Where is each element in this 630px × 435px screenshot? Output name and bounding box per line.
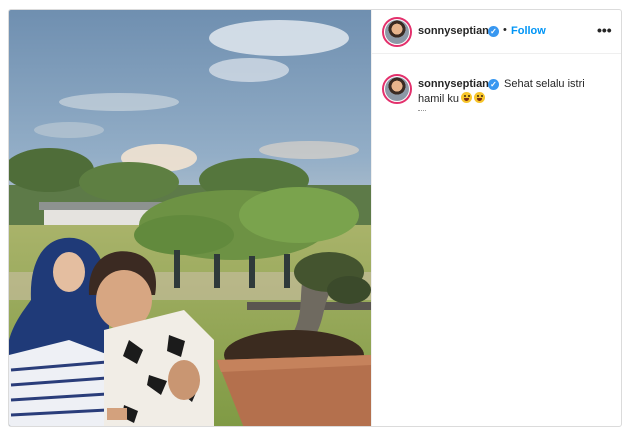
more-options-icon[interactable]: ••• xyxy=(597,22,612,38)
avatar[interactable] xyxy=(382,17,412,47)
zany-face-emoji-icon xyxy=(473,92,485,103)
instagram-post: sonnyseptian ✓ • Follow ••• sonnyseptian… xyxy=(8,9,622,427)
post-photo[interactable] xyxy=(9,10,371,426)
caption-verified-badge-icon: ✓ xyxy=(488,79,499,90)
caption-text: Sehat selalu istri xyxy=(504,78,585,90)
screenshot-frame: sonnyseptian ✓ • Follow ••• sonnyseptian… xyxy=(0,0,630,435)
caption-text-line2: hamil ku xyxy=(418,92,485,105)
caption-meta-ellipsis xyxy=(418,110,426,113)
verified-badge-icon: ✓ xyxy=(488,26,499,37)
caption-avatar-image xyxy=(385,77,409,101)
post-sidebar: sonnyseptian ✓ • Follow ••• sonnyseptian… xyxy=(371,10,621,426)
caption-text-line2-words: hamil ku xyxy=(418,93,459,105)
follow-button[interactable]: Follow xyxy=(511,25,546,37)
caption-username-link[interactable]: sonnyseptian xyxy=(418,78,489,90)
grinning-face-emoji-icon xyxy=(460,92,472,103)
post-header: sonnyseptian ✓ • Follow ••• xyxy=(372,10,621,54)
post-photo-image xyxy=(9,10,371,426)
avatar-image xyxy=(385,20,409,44)
username-link[interactable]: sonnyseptian xyxy=(418,25,489,37)
separator-dot: • xyxy=(503,24,507,36)
caption-avatar[interactable] xyxy=(382,74,412,104)
